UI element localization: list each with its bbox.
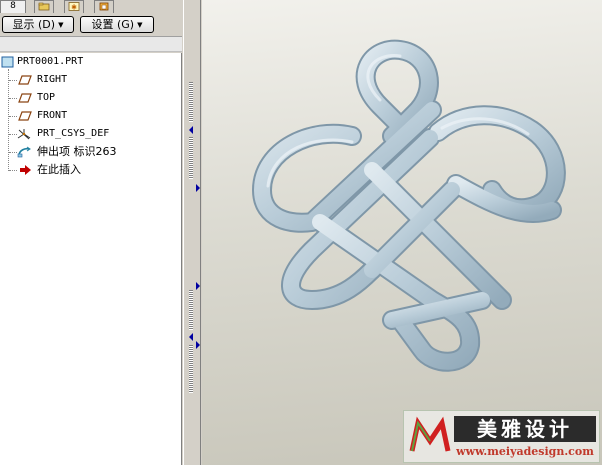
tree-connector xyxy=(9,170,17,171)
navigator-tab-strip: 8 ✱ xyxy=(0,0,182,14)
model-tree-toolbar: 显示 (D) ▼ 设置 (G) ▼ xyxy=(0,14,182,36)
tab-model-tree-label: 8 xyxy=(10,1,16,11)
protrusion-feature-icon xyxy=(17,146,31,158)
chevron-down-icon: ▼ xyxy=(58,21,64,29)
splitter-grip[interactable] xyxy=(189,137,193,179)
tree-item-label: 伸出项 标识263 xyxy=(37,145,117,158)
layers-icon xyxy=(99,2,109,11)
tree-root-label: PRT0001.PRT xyxy=(17,56,84,67)
display-menu-button[interactable]: 显示 (D) ▼ xyxy=(2,16,74,33)
settings-menu-button[interactable]: 设置 (G) ▼ xyxy=(80,16,154,33)
part-icon xyxy=(1,56,14,68)
watermark-url: www.meiyadesign.com xyxy=(456,445,594,458)
tree-column-header xyxy=(0,36,182,52)
tree-item-label: TOP xyxy=(37,92,56,103)
folder-browser-icon xyxy=(38,2,50,11)
svg-text:✱: ✱ xyxy=(71,4,77,12)
collapse-left-icon[interactable] xyxy=(187,125,195,135)
tab-folder-browser[interactable] xyxy=(34,0,54,13)
datum-plane-icon xyxy=(18,93,32,103)
splitter-grip[interactable] xyxy=(189,290,193,330)
expand-right-icon[interactable] xyxy=(194,281,202,291)
tab-favorites[interactable]: ✱ xyxy=(64,0,84,13)
tree-connector xyxy=(9,98,17,99)
coordinate-system-icon xyxy=(17,129,31,140)
chevron-down-icon: ▼ xyxy=(137,21,143,29)
expand-right-icon[interactable] xyxy=(194,340,202,350)
viewport-border xyxy=(194,0,202,465)
favorites-icon: ✱ xyxy=(68,2,80,11)
datum-plane-icon xyxy=(18,75,32,85)
knot-model[interactable] xyxy=(202,0,602,465)
tree-item-label: PRT_CSYS_DEF xyxy=(37,128,110,139)
tab-layers[interactable] xyxy=(94,0,114,13)
settings-menu-label: 设置 (G) xyxy=(91,18,135,31)
tree-connector xyxy=(9,116,17,117)
splitter-grip[interactable] xyxy=(189,345,193,393)
tree-connector xyxy=(9,152,17,153)
tree-item-label: 在此插入 xyxy=(37,163,81,176)
graphics-viewport[interactable] xyxy=(202,0,602,465)
tree-connector xyxy=(9,80,17,81)
brand-logo-icon xyxy=(409,416,451,452)
insert-here-arrow-icon xyxy=(20,165,31,175)
tree-connector xyxy=(9,134,17,135)
tree-connector-line xyxy=(8,69,9,171)
model-tree[interactable]: PRT0001.PRT RIGHT TOP FRONT PRT_CSYS_DEF… xyxy=(0,53,182,465)
tree-item-label: FRONT xyxy=(37,110,68,121)
tree-item-label: RIGHT xyxy=(37,74,68,85)
tab-model-tree[interactable]: 8 xyxy=(0,0,26,13)
display-menu-label: 显示 (D) xyxy=(12,18,56,31)
datum-plane-icon xyxy=(18,111,32,121)
watermark-logo: 美雅设计 www.meiyadesign.com xyxy=(403,410,600,463)
watermark-title: 美雅设计 xyxy=(454,416,596,442)
expand-right-icon[interactable] xyxy=(194,183,202,193)
splitter-grip[interactable] xyxy=(189,82,193,122)
